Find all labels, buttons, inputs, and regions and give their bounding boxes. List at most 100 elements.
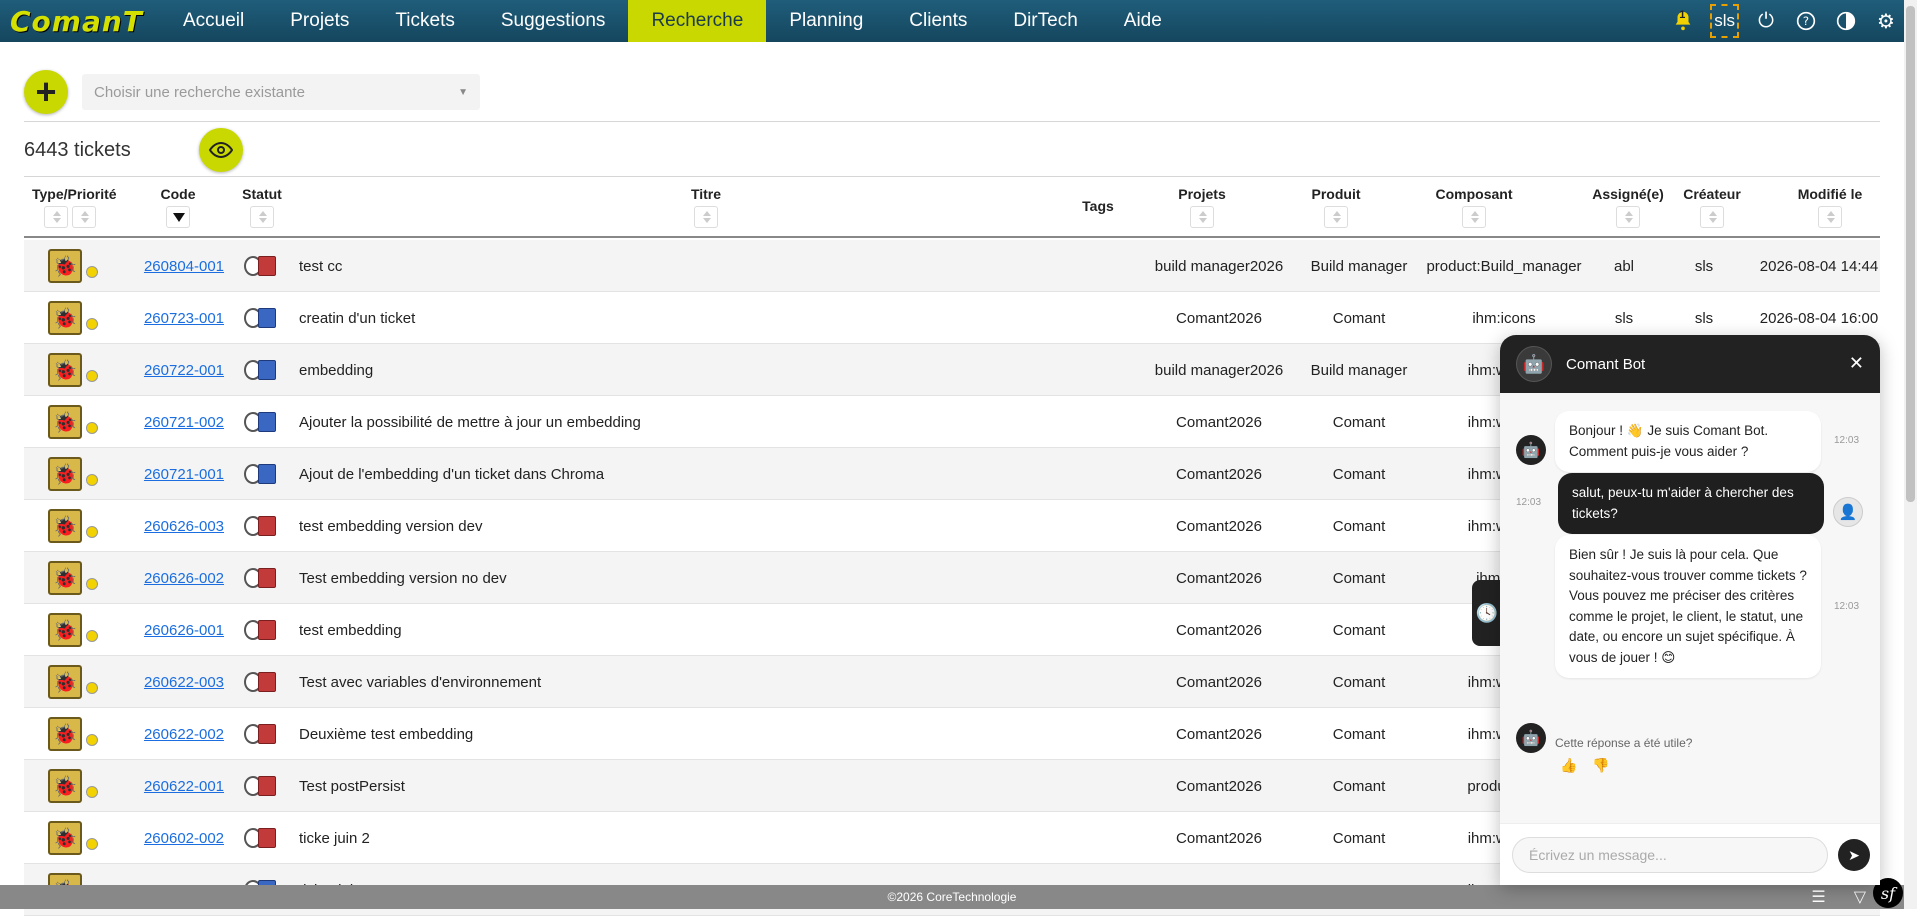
notification-count: 1 xyxy=(1679,9,1686,21)
notifications-bell-icon[interactable]: 1 xyxy=(1670,8,1696,34)
status-cell xyxy=(244,500,280,552)
chat-message-input[interactable]: Écrivez un message... xyxy=(1512,837,1828,873)
sort-type-button[interactable] xyxy=(44,206,68,228)
sort-assigned-button[interactable] xyxy=(1616,206,1640,228)
nav-item-tickets[interactable]: Tickets xyxy=(372,0,477,42)
bug-type-icon: 🐞 xyxy=(48,821,82,855)
send-icon[interactable]: ➤ xyxy=(1838,839,1870,871)
sort-title-button[interactable] xyxy=(694,206,718,228)
sort-projects-button[interactable] xyxy=(1190,206,1214,228)
status-icon xyxy=(244,722,280,746)
ticket-title[interactable]: Test avec variables d'environnement xyxy=(299,656,1079,708)
priority-dot-icon xyxy=(86,474,98,486)
page-scrollbar[interactable] xyxy=(1904,0,1917,909)
nav-item-clients[interactable]: Clients xyxy=(886,0,990,42)
view-options-eye-icon[interactable] xyxy=(199,128,243,172)
chat-message-time: 12:03 xyxy=(1834,601,1860,612)
table-row[interactable]: 🐞 260804-001 test cc build manager2026 Build… xyxy=(24,240,1880,292)
ticket-code-link[interactable]: 260626-003 xyxy=(144,518,224,535)
ticket-title[interactable]: Deuxième test embedding xyxy=(299,708,1079,760)
chat-message-time: 12:03 xyxy=(1834,435,1860,446)
main-nav: Accueil Projets Tickets Suggestions Recherch… xyxy=(160,0,1185,42)
sort-modified-button[interactable] xyxy=(1818,206,1842,228)
contrast-icon[interactable] xyxy=(1833,8,1859,34)
code-cell: 260622-003 xyxy=(134,656,234,708)
ticket-code-link[interactable]: 260804-001 xyxy=(144,258,224,275)
history-clock-icon[interactable]: 🕓 xyxy=(1472,580,1502,646)
thumbs-up-icon[interactable]: 👍 xyxy=(1560,757,1577,774)
ticket-title[interactable]: Ajout de l'embedding d'un ticket dans Ch… xyxy=(299,448,1079,500)
ticket-code-link[interactable]: 260721-002 xyxy=(144,414,224,431)
ticket-code-link[interactable]: 260722-001 xyxy=(144,362,224,379)
ticket-code-link[interactable]: 260622-003 xyxy=(144,674,224,691)
product-cell: Comant xyxy=(1332,309,1386,327)
ticket-code-link[interactable]: 260622-001 xyxy=(144,778,224,795)
ticket-title[interactable]: Ajouter la possibilité de mettre à jour … xyxy=(299,396,1079,448)
project-cell: Comant2026 xyxy=(1176,829,1262,847)
ticket-title[interactable]: Test postPersist xyxy=(299,760,1079,812)
chatbot-messages[interactable]: Bonjour ! 👋 Je suis Comant Bot. Comment … xyxy=(1500,393,1880,823)
page-scrollbar-thumb[interactable] xyxy=(1906,6,1915,502)
help-icon[interactable]: ? xyxy=(1793,8,1819,34)
nav-item-projets[interactable]: Projets xyxy=(267,0,372,42)
sort-component-button[interactable] xyxy=(1462,206,1486,228)
sort-status-button[interactable] xyxy=(250,206,274,228)
ticket-title[interactable]: Test embedding version no dev xyxy=(299,552,1079,604)
table-header: Type/Priorité Code Statut Titre Tags Pro… xyxy=(24,178,1880,238)
nav-item-suggestions[interactable]: Suggestions xyxy=(478,0,629,42)
nav-item-dirtech[interactable]: DirTech xyxy=(990,0,1100,42)
ticket-title[interactable]: test embedding version dev xyxy=(299,500,1079,552)
ticket-code-link[interactable]: 260602-002 xyxy=(144,830,224,847)
power-icon[interactable]: ⏻ xyxy=(1753,8,1779,34)
status-icon xyxy=(244,254,280,278)
type-priority-cell: 🐞 xyxy=(48,344,98,396)
ticket-code-link[interactable]: 260721-001 xyxy=(144,466,224,483)
settings-gear-icon[interactable]: ⚙ xyxy=(1873,8,1899,34)
nav-item-recherche[interactable]: Recherche xyxy=(628,0,767,42)
logo-text: ComanT xyxy=(10,4,143,38)
status-icon xyxy=(244,826,280,850)
status-icon xyxy=(244,358,280,382)
sort-creator-button[interactable] xyxy=(1700,206,1724,228)
bug-type-icon: 🐞 xyxy=(48,613,82,647)
status-icon xyxy=(244,774,280,798)
status-icon xyxy=(244,462,280,486)
list-icon[interactable]: ☰ xyxy=(1811,887,1825,907)
close-icon[interactable]: ✕ xyxy=(1849,353,1864,374)
ticket-title[interactable]: test embedding xyxy=(299,604,1079,656)
ticket-title[interactable]: test cc xyxy=(299,240,1079,292)
ticket-code-link[interactable]: 260622-002 xyxy=(144,726,224,743)
ticket-title[interactable]: ticke juin 2 xyxy=(299,812,1079,864)
column-header-product: Produit xyxy=(1286,186,1386,231)
nav-item-accueil[interactable]: Accueil xyxy=(160,0,267,42)
app-logo[interactable]: ComanT xyxy=(0,0,160,42)
ticket-code-link[interactable]: 260626-002 xyxy=(144,570,224,587)
existing-search-select[interactable]: Choisir une recherche existante ▼ xyxy=(82,74,480,110)
ticket-title[interactable]: creatin d'un ticket xyxy=(299,292,1079,344)
code-cell: 260722-001 xyxy=(134,344,234,396)
project-cell: Comant2026 xyxy=(1176,673,1262,691)
ticket-title[interactable]: embedding xyxy=(299,344,1079,396)
thumbs-down-icon[interactable]: 👎 xyxy=(1592,757,1609,774)
chevron-down-icon: ▼ xyxy=(458,86,468,98)
user-menu-button[interactable]: sls xyxy=(1710,4,1739,38)
bug-type-icon: 🐞 xyxy=(48,509,82,543)
ticket-code-link[interactable]: 260723-001 xyxy=(144,310,224,327)
chat-message-bot: Bien sûr ! Je suis là pour cela. Que sou… xyxy=(1555,535,1821,678)
feedback-question: Cette réponse a été utile? xyxy=(1555,736,1693,750)
code-cell: 260602-002 xyxy=(134,812,234,864)
column-header-product-label: Produit xyxy=(1311,186,1361,202)
sort-priority-button[interactable] xyxy=(72,206,96,228)
nav-item-aide[interactable]: Aide xyxy=(1101,0,1185,42)
bug-type-icon: 🐞 xyxy=(48,665,82,699)
add-search-button[interactable]: + xyxy=(24,70,68,114)
nav-item-planning[interactable]: Planning xyxy=(766,0,886,42)
product-cell: Comant xyxy=(1332,777,1386,795)
column-header-projects: Projets xyxy=(1152,186,1252,231)
sort-code-button[interactable] xyxy=(166,206,190,228)
filter-icon[interactable]: ▽ xyxy=(1854,887,1866,907)
status-icon xyxy=(244,618,280,642)
ticket-code-link[interactable]: 260626-001 xyxy=(144,622,224,639)
top-navbar: ComanT Accueil Projets Tickets Suggestions R… xyxy=(0,0,1917,42)
sort-product-button[interactable] xyxy=(1324,206,1348,228)
